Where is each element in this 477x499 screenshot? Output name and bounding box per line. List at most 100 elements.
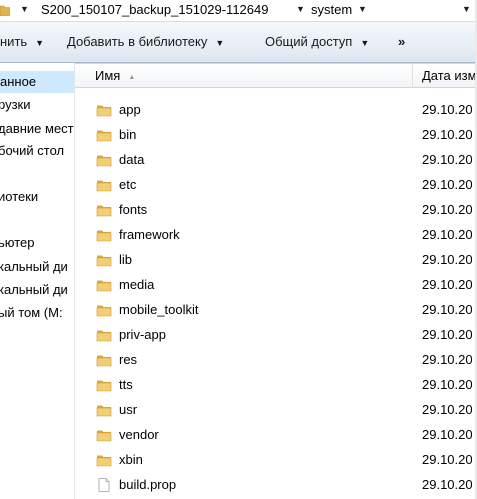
- nav-item-downloads[interactable]: рузки: [0, 94, 31, 116]
- item-date-modified: 29.10.20: [422, 202, 473, 217]
- item-name: data: [119, 152, 145, 167]
- item-name: vendor: [119, 427, 159, 442]
- nav-item-local-disk-2[interactable]: кальный ди: [0, 279, 68, 301]
- folder-row[interactable]: usr 29.10.20: [75, 397, 477, 422]
- address-bar[interactable]: ▼ S200_150107_backup_151029-112649 ▼ sys…: [0, 0, 477, 22]
- nav-item-local-disk-1[interactable]: кальный ди: [0, 256, 68, 278]
- nav-item-recent-places[interactable]: давние мест: [0, 118, 74, 140]
- folder-icon: [96, 152, 112, 168]
- item-date-modified: 29.10.20: [422, 377, 473, 392]
- item-date-modified: 29.10.20: [422, 152, 473, 167]
- folder-row[interactable]: xbin 29.10.20: [75, 447, 477, 472]
- item-name: bin: [119, 127, 137, 142]
- folder-row[interactable]: framework 29.10.20: [75, 222, 477, 247]
- item-name: res: [119, 352, 138, 367]
- item-name: etc: [119, 177, 137, 192]
- folder-row[interactable]: mobile_toolkit 29.10.20: [75, 297, 477, 322]
- item-date-modified: 29.10.20: [422, 327, 473, 342]
- folder-icon: [96, 377, 112, 393]
- item-date-modified: 29.10.20: [422, 252, 473, 267]
- folder-icon: [96, 302, 112, 318]
- add-to-library-label: Добавить в библиотеку: [67, 34, 208, 49]
- folder-icon: [0, 5, 10, 16]
- folder-row[interactable]: etc 29.10.20: [75, 172, 477, 197]
- folder-icon: [96, 277, 112, 293]
- item-name: xbin: [119, 452, 143, 467]
- add-to-library-button[interactable]: Добавить в библиотеку ▼: [67, 34, 224, 51]
- folder-icon: [96, 352, 112, 368]
- item-name: lib: [119, 252, 133, 267]
- file-list: Имя ▲ Дата изм app 29.10.20 bin 29.10.20 data…: [75, 63, 477, 499]
- folder-icon: [96, 252, 112, 268]
- folder-icon: [96, 127, 112, 143]
- nav-item-label: кальный ди: [0, 259, 68, 274]
- nav-item-label: давние мест: [0, 121, 74, 136]
- breadcrumb-dropdown-icon[interactable]: ▼: [358, 4, 367, 14]
- column-name-label: Имя: [95, 68, 121, 83]
- more-commands-button[interactable]: »: [398, 34, 405, 50]
- nav-item-label: ьютер: [0, 235, 35, 250]
- chevron-down-icon: ▼: [360, 38, 370, 48]
- nav-item-label: анное: [0, 74, 37, 89]
- nav-item-label: иотеки: [0, 189, 39, 204]
- column-date-label: Дата изм: [422, 68, 477, 83]
- breadcrumb-segment-backup[interactable]: S200_150107_backup_151029-112649: [41, 2, 268, 18]
- nav-item-favorites[interactable]: анное: [0, 71, 74, 93]
- item-date-modified: 29.10.20: [422, 427, 473, 442]
- item-date-modified: 29.10.20: [422, 277, 473, 292]
- file-row[interactable]: build.prop 29.10.20: [75, 472, 477, 497]
- share-access-label: Общий доступ: [265, 34, 353, 49]
- item-date-modified: 29.10.20: [422, 402, 473, 417]
- folder-row[interactable]: res 29.10.20: [75, 347, 477, 372]
- folder-row[interactable]: priv-app 29.10.20: [75, 322, 477, 347]
- item-date-modified: 29.10.20: [422, 127, 473, 142]
- folder-icon: [96, 202, 112, 218]
- folder-row[interactable]: fonts 29.10.20: [75, 197, 477, 222]
- item-date-modified: 29.10.20: [422, 302, 473, 317]
- folder-row[interactable]: media 29.10.20: [75, 272, 477, 297]
- folder-icon: [96, 227, 112, 243]
- command-bar: нить ▼ Добавить в библиотеку ▼ Общий досту…: [0, 22, 477, 63]
- item-name: app: [119, 102, 141, 117]
- item-name: media: [119, 277, 155, 292]
- nav-item-label: рузки: [0, 97, 31, 112]
- folder-icon: [96, 427, 112, 443]
- breadcrumb-separator-icon[interactable]: ▼: [20, 4, 29, 14]
- nav-item-new-volume[interactable]: ый том (M:: [0, 302, 63, 324]
- breadcrumb-separator-icon[interactable]: ▼: [296, 4, 305, 14]
- file-icon: [96, 477, 112, 493]
- share-access-button[interactable]: Общий доступ ▼: [265, 34, 369, 51]
- folder-row[interactable]: tts 29.10.20: [75, 372, 477, 397]
- item-name: fonts: [119, 202, 148, 217]
- share-with-button[interactable]: нить ▼: [0, 34, 44, 51]
- nav-item-label: бочий стол: [0, 143, 65, 158]
- navigation-pane: анное рузки давние мест бочий стол иотек…: [0, 63, 75, 499]
- folder-icon: [96, 452, 112, 468]
- item-date-modified: 29.10.20: [422, 477, 473, 492]
- item-date-modified: 29.10.20: [422, 452, 473, 467]
- breadcrumb-segment-system[interactable]: system: [311, 2, 352, 18]
- nav-item-libraries[interactable]: иотеки: [0, 186, 38, 208]
- nav-item-computer[interactable]: ьютер: [0, 232, 35, 254]
- item-name: framework: [119, 227, 180, 242]
- folder-row[interactable]: vendor 29.10.20: [75, 422, 477, 447]
- chevron-down-icon: ▼: [35, 38, 45, 48]
- column-header-row: Имя ▲ Дата изм: [75, 63, 477, 88]
- item-name: priv-app: [119, 327, 166, 342]
- folder-row[interactable]: lib 29.10.20: [75, 247, 477, 272]
- address-history-dropdown-icon[interactable]: ▼: [462, 4, 471, 14]
- item-name: usr: [119, 402, 138, 417]
- item-date-modified: 29.10.20: [422, 102, 473, 117]
- chevron-down-icon: ▼: [215, 38, 225, 48]
- column-header-name[interactable]: Имя ▲: [75, 64, 413, 88]
- folder-icon: [96, 402, 112, 418]
- folder-row[interactable]: app 29.10.20: [75, 97, 477, 122]
- column-header-date[interactable]: Дата изм: [414, 64, 477, 88]
- item-name: tts: [119, 377, 133, 392]
- folder-row[interactable]: data 29.10.20: [75, 147, 477, 172]
- folder-row[interactable]: bin 29.10.20: [75, 122, 477, 147]
- item-name: build.prop: [119, 477, 177, 492]
- nav-item-desktop[interactable]: бочий стол: [0, 140, 64, 162]
- folder-icon: [96, 177, 112, 193]
- nav-item-label: ый том (M:: [0, 305, 63, 320]
